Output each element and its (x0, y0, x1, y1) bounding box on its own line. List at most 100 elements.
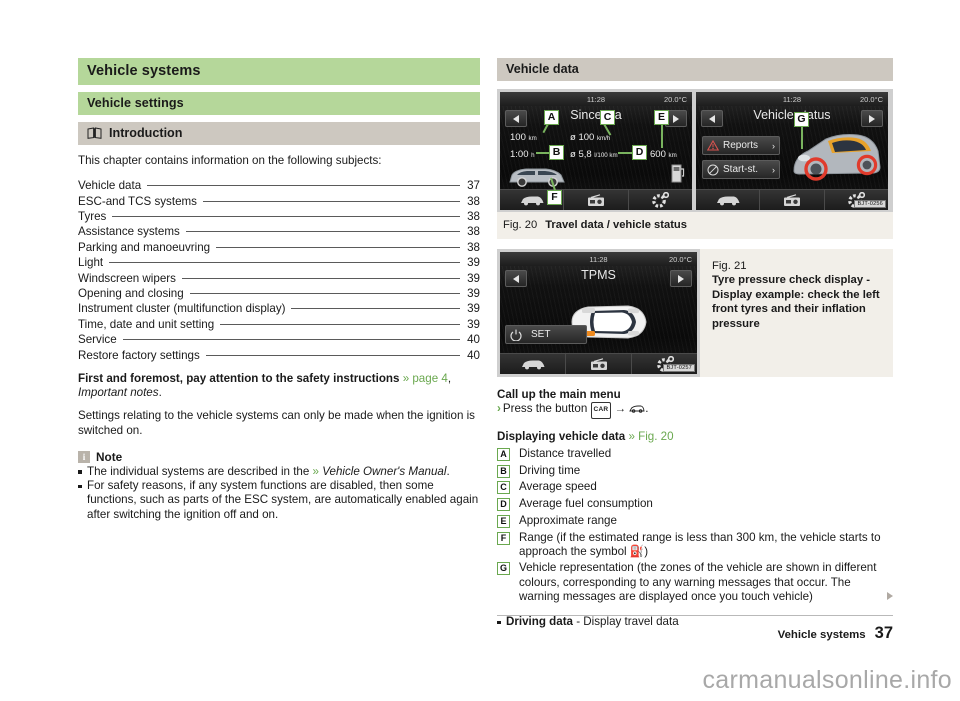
tab-car[interactable] (500, 354, 566, 374)
start-stop-button[interactable]: Start-st. › (702, 160, 780, 179)
definition-text-A: Distance travelled (519, 447, 612, 460)
toc-label: Light (78, 256, 104, 270)
toc-row[interactable]: Parking and manoeuvring 38 (78, 240, 480, 255)
definition-row: E Approximate range (497, 514, 893, 528)
mfd-screen-tpms[interactable]: 11:28 20.0°C TPMS SET BJT-0257 (500, 252, 697, 374)
note-item-post: . (446, 464, 450, 478)
footer-divider (497, 615, 893, 616)
tab-car[interactable] (696, 190, 761, 210)
toc-row[interactable]: Windscreen wipers 39 (78, 271, 480, 286)
toc-page: 39 (467, 256, 480, 270)
car-icon (716, 196, 740, 206)
radio-icon (783, 193, 800, 206)
toc-leader (181, 277, 461, 279)
screen-prev-button[interactable] (505, 110, 527, 127)
tab-radio[interactable] (760, 190, 825, 210)
figure-20-images: 11:28 20.0°C Since sta 100 km 1:00 h ø 1… (497, 89, 893, 212)
callout-leader (801, 127, 803, 149)
screen-prev-button[interactable] (505, 270, 527, 287)
step-arrow-icon: › (497, 402, 501, 416)
toc-leader (216, 246, 460, 248)
screen-range-value: 600 km (650, 149, 677, 160)
definition-row: G Vehicle representation (the zones of t… (497, 561, 893, 604)
definition-badge-C: C (497, 481, 510, 495)
figure-20-caption: Fig. 20 Travel data / vehicle status (497, 212, 893, 239)
avg-speed-unit: km/h (596, 135, 611, 142)
display-data-figure-link[interactable]: » Fig. 20 (628, 430, 673, 443)
toc-row[interactable]: ESC-and TCS systems 38 (78, 194, 480, 209)
callout-G: G (794, 112, 809, 127)
figure-20: 11:28 20.0°C Since sta 100 km 1:00 h ø 1… (497, 89, 893, 239)
range-unit: km (668, 152, 677, 159)
tab-radio[interactable] (566, 354, 632, 374)
definition-text-G: Vehicle representation (the zones of the… (519, 561, 877, 603)
definition-text-F: Range (if the estimated range is less th… (519, 530, 881, 558)
toc-row[interactable]: Opening and closing 39 (78, 286, 480, 301)
book-icon (87, 127, 102, 139)
distance-unit: km (528, 135, 537, 142)
toc-page: 39 (467, 271, 480, 285)
arrow-right-icon (869, 114, 875, 123)
toc-page: 39 (467, 317, 480, 331)
figure-21-caption: Fig. 21 Tyre pressure check display - Di… (700, 249, 893, 377)
note-item-pre: The individual systems are described in … (87, 464, 313, 478)
toc-leader (109, 262, 460, 264)
right-column: Vehicle data 11:28 20.0°C Since sta 100 … (497, 58, 893, 629)
manual-page: Vehicle systems Vehicle settings Introdu… (0, 0, 960, 701)
safety-page-link[interactable]: » page 4 (403, 372, 448, 385)
screen-next-button[interactable] (670, 270, 692, 287)
right-section-title: Vehicle data (497, 58, 893, 81)
call-main-menu-title: Call up the main menu (497, 388, 621, 401)
radio-icon (587, 193, 604, 206)
screen-title: Vehicle status (753, 108, 831, 122)
note-item: The individual systems are described in … (78, 465, 480, 479)
gear-icon (652, 192, 670, 208)
toc-row[interactable]: Vehicle data 37 (78, 178, 480, 193)
fuel-pump-icon (671, 164, 685, 183)
start-stop-icon (707, 164, 719, 175)
toc-leader (291, 308, 460, 310)
screen-temperature: 20.0°C (859, 95, 883, 104)
toc-label: Tyres (78, 210, 107, 224)
screen-prev-button[interactable] (701, 110, 723, 127)
info-icon: i (78, 450, 90, 463)
reports-button[interactable]: Reports › (702, 136, 780, 155)
screen-next-button[interactable] (861, 110, 883, 127)
arrow-right-icon (678, 274, 684, 283)
mfd-screen-vehicle-status[interactable]: 11:28 20.0°C Vehicle status Reports › St… (696, 92, 888, 210)
definition-row: B Driving time (497, 464, 893, 478)
toc-row[interactable]: Service 40 (78, 332, 480, 347)
callout-F: F (547, 190, 562, 205)
toc-label: Service (78, 333, 117, 347)
car-menu-icon (629, 405, 645, 413)
toc-page: 38 (467, 225, 480, 239)
toc-row[interactable]: Instrument cluster (multifunction displa… (78, 301, 480, 316)
driving-time-number: 1:00 (510, 149, 529, 160)
toc-row[interactable]: Time, date and unit setting 39 (78, 317, 480, 332)
ignition-paragraph: Settings relating to the vehicle systems… (78, 409, 475, 437)
toc-leader (112, 216, 460, 218)
definition-badge-D: D (497, 498, 510, 512)
tab-radio[interactable] (564, 190, 629, 210)
tab-settings[interactable] (628, 190, 692, 210)
left-column: Vehicle systems Vehicle settings Introdu… (78, 58, 480, 522)
note-header: i Note (78, 450, 480, 464)
continuation-arrow-icon (887, 592, 893, 600)
toc-label: Restore factory settings (78, 348, 200, 362)
screen-avg-consumption-value: ø 5,8 l/100 km (570, 149, 618, 160)
toc-row[interactable]: Assistance systems 38 (78, 224, 480, 239)
section-title: Vehicle settings (78, 92, 480, 115)
toc-leader (205, 354, 461, 356)
toc-row[interactable]: Restore factory settings 40 (78, 348, 480, 363)
callout-leader (536, 152, 550, 154)
callout-D: D (632, 145, 647, 160)
avg-consumption-number: ø 5,8 (570, 149, 592, 160)
set-button[interactable]: SET (505, 325, 587, 344)
definition-badge-A: A (497, 448, 510, 461)
chevron-right-icon: › (772, 140, 775, 151)
toc-row[interactable]: Light 39 (78, 255, 480, 270)
chapter-title: Vehicle systems (78, 58, 480, 85)
toc-row[interactable]: Tyres 38 (78, 209, 480, 224)
mfd-screen-travel-data[interactable]: 11:28 20.0°C Since sta 100 km 1:00 h ø 1… (500, 92, 692, 210)
toc-label: Instrument cluster (multifunction displa… (78, 302, 286, 316)
